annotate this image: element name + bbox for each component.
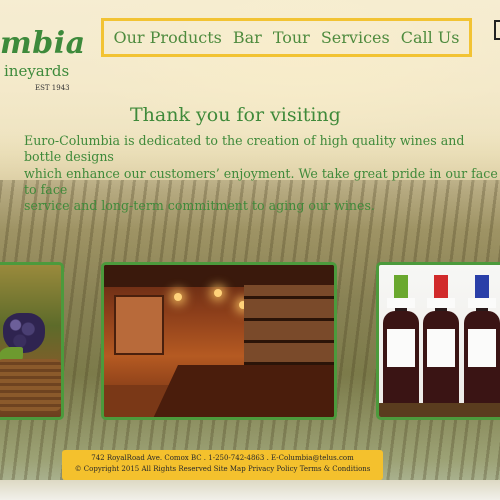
page: mbia ineyards EST 1943 Our Products Bar … <box>0 0 500 500</box>
footer-copyright: © Copyright 2015 All Rights Reserved <box>74 465 212 473</box>
logo-name[interactable]: mbia <box>0 26 86 61</box>
footer-copyright-row: © Copyright 2015 All Rights Reserved Sit… <box>62 465 383 473</box>
wine-bottle <box>423 275 459 405</box>
wine-bottle <box>383 275 419 405</box>
wine-bottles-image[interactable] <box>376 262 500 420</box>
bar-lamp <box>174 293 182 301</box>
bar-counter <box>150 365 334 417</box>
footer-link-terms[interactable]: Terms & Conditions <box>300 465 371 473</box>
liquor-shelves <box>244 285 334 365</box>
main-nav: Our Products Bar Tour Services Call Us <box>101 18 472 57</box>
wicker-basket <box>0 359 61 411</box>
nav-our-products[interactable]: Our Products <box>114 28 222 47</box>
page-heading: Thank you for visiting <box>130 104 341 126</box>
nav-bar[interactable]: Bar <box>233 28 262 47</box>
footer-link-privacy-policy[interactable]: Privacy Policy <box>248 465 298 473</box>
intro-paragraph: Euro-Columbia is dedicated to the creati… <box>24 133 498 214</box>
logo-subtitle: ineyards <box>4 62 70 80</box>
footer-address: 742 RoyalRoad Ave. Comox BC . 1-250-742-… <box>91 454 354 462</box>
nav-call-us[interactable]: Call Us <box>401 28 460 47</box>
bar-window <box>114 295 164 355</box>
table-edge <box>379 403 500 417</box>
nav-services[interactable]: Services <box>321 28 390 47</box>
grapes-basket-image[interactable] <box>0 262 64 420</box>
nav-tour[interactable]: Tour <box>273 28 310 47</box>
bar-lamp <box>214 289 222 297</box>
logo-established: EST 1943 <box>35 84 70 92</box>
footer: 742 RoyalRoad Ave. Comox BC . 1-250-742-… <box>62 450 383 480</box>
edge-frame <box>494 20 500 40</box>
bar-interior-image[interactable] <box>101 262 337 420</box>
bar-ceiling <box>104 265 334 287</box>
wine-bottle <box>464 275 500 405</box>
footer-link-site-map[interactable]: Site Map <box>214 465 246 473</box>
